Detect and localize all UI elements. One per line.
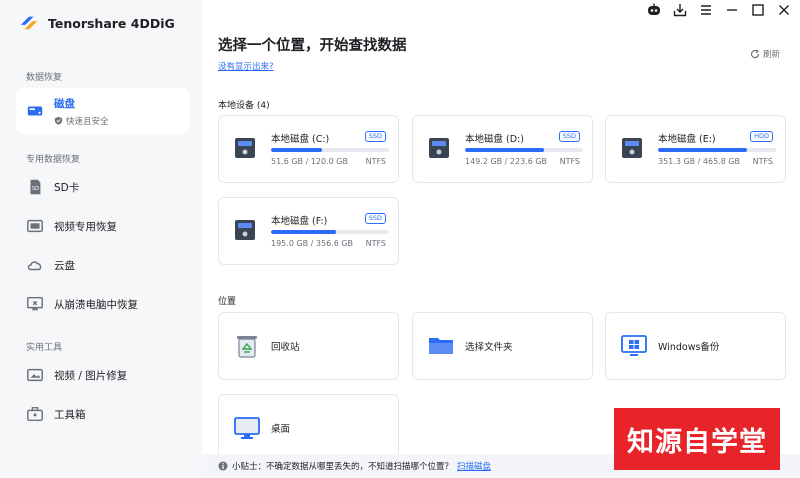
location-select-folder[interactable]: 选择文件夹 xyxy=(412,312,593,380)
drive-name: 本地磁盘 (E:) xyxy=(658,134,716,145)
sidebar-item-crashed-pc-label: 从崩溃电脑中恢复 xyxy=(54,298,138,311)
svg-text:SD: SD xyxy=(32,186,39,192)
sidebar-item-disk-label: 磁盘 xyxy=(54,97,75,110)
maximize-icon[interactable] xyxy=(750,2,766,18)
sd-card-icon: SD xyxy=(30,179,41,195)
drive-name: 本地磁盘 (D:) xyxy=(465,134,524,145)
brand: Tenorshare 4DDiG xyxy=(18,12,175,34)
drive-filesystem: NTFS xyxy=(365,157,386,166)
drive-filesystem: NTFS xyxy=(559,157,580,166)
media-repair-icon xyxy=(27,368,43,382)
scan-disk-link[interactable]: 扫描磁盘 xyxy=(457,460,491,472)
location-desktop[interactable]: 桌面 xyxy=(218,394,399,462)
sidebar-item-crashed-pc[interactable]: 从崩溃电脑中恢复 xyxy=(16,281,190,327)
sidebar-item-cloud-label: 云盘 xyxy=(54,259,75,272)
page-title: 选择一个位置，开始查找数据 xyxy=(218,38,407,54)
drive-usage-bar xyxy=(271,148,389,152)
tip-text: 小贴士：不确定数据从哪里丢失的，不知道扫描哪个位置？ xyxy=(232,462,454,472)
hard-drive-icon xyxy=(235,138,255,158)
drive-filesystem: NTFS xyxy=(752,157,773,166)
drive-usage-fill xyxy=(271,148,322,152)
drive-size: 149.2 GB / 223.6 GB xyxy=(465,157,548,166)
location-label: 桌面 xyxy=(271,424,291,435)
sidebar-item-sd-card-label: SD卡 xyxy=(54,181,80,194)
app-name: Tenorshare 4DDiG xyxy=(48,15,175,31)
drive-size: 351.3 GB / 465.8 GB xyxy=(658,157,741,166)
hard-drive-icon xyxy=(622,138,642,158)
windows-backup-icon xyxy=(621,335,647,356)
disk-icon xyxy=(27,106,43,116)
crashed-pc-icon xyxy=(27,296,43,311)
location-label: 选择文件夹 xyxy=(465,342,513,353)
drive-usage-fill xyxy=(465,148,545,152)
refresh-button[interactable]: 刷新 xyxy=(750,48,780,60)
menu-icon[interactable] xyxy=(698,2,714,18)
sidebar-item-toolbox-label: 工具箱 xyxy=(54,408,86,421)
drive-card-d[interactable]: 本地磁盘 (D:) SSD 149.2 GB / 223.6 GB NTFS xyxy=(412,115,593,183)
refresh-label: 刷新 xyxy=(762,50,780,60)
location-windows-backup[interactable]: Windows备份 xyxy=(605,312,786,380)
drive-card-c[interactable]: 本地磁盘 (C:) SSD 51.6 GB / 120.0 GB NTFS xyxy=(218,115,399,183)
hard-drive-icon xyxy=(235,220,255,240)
app-logo-icon xyxy=(20,16,38,30)
missing-drives-link[interactable]: 没有显示出来? xyxy=(218,60,274,72)
close-icon[interactable] xyxy=(776,2,792,18)
drive-name: 本地磁盘 (C:) xyxy=(271,134,330,145)
local-devices-label: 本地设备 (4) xyxy=(218,101,270,111)
location-label: Windows备份 xyxy=(658,342,720,353)
drive-usage-bar xyxy=(658,148,776,152)
cloud-icon xyxy=(27,261,42,271)
drive-usage-bar xyxy=(271,230,389,234)
drive-filesystem: NTFS xyxy=(365,239,386,248)
drive-usage-fill xyxy=(658,148,747,152)
drive-card-e[interactable]: 本地磁盘 (E:) HDD 351.3 GB / 465.8 GB NTFS xyxy=(605,115,786,183)
robot-icon[interactable] xyxy=(646,2,662,18)
locations-label: 位置 xyxy=(218,297,237,307)
sidebar-item-video-recovery-label: 视频专用恢复 xyxy=(54,220,117,233)
title-bar-controls xyxy=(646,2,792,18)
toolbox-icon xyxy=(27,407,43,422)
video-recovery-icon xyxy=(27,219,43,233)
main-panel: 选择一个位置，开始查找数据 没有显示出来? 刷新 本地设备 (4) 本地磁盘 (… xyxy=(202,0,800,478)
drive-type-badge: SSD xyxy=(558,131,580,142)
drive-type-badge: HDD xyxy=(750,131,773,142)
location-label: 回收站 xyxy=(271,342,300,353)
sidebar-item-toolbox[interactable]: 工具箱 xyxy=(16,391,190,437)
location-recycle-bin[interactable]: 回收站 xyxy=(218,312,399,380)
folder-icon xyxy=(429,338,453,354)
drive-size: 195.0 GB / 356.6 GB xyxy=(271,239,354,248)
sidebar-item-media-repair-label: 视频 / 图片修复 xyxy=(54,369,128,382)
hard-drive-icon xyxy=(429,138,449,158)
desktop-icon xyxy=(234,417,260,439)
drive-card-f[interactable]: 本地磁盘 (F:) SSD 195.0 GB / 356.6 GB NTFS xyxy=(218,197,399,265)
info-icon xyxy=(218,461,228,471)
watermark: 知源自学堂 xyxy=(614,408,780,470)
section-label-recovery: 数据恢复 xyxy=(26,73,63,83)
drive-size: 51.6 GB / 120.0 GB xyxy=(271,157,348,166)
drive-type-badge: SSD xyxy=(364,213,386,224)
sidebar-item-disk-sublabel: 快速且安全 xyxy=(66,116,109,127)
drive-usage-bar xyxy=(465,148,583,152)
shield-icon xyxy=(54,116,63,125)
drive-usage-fill xyxy=(271,230,336,234)
refresh-icon xyxy=(750,49,760,59)
sidebar-item-disk[interactable]: 磁盘 快速且安全 xyxy=(16,88,190,134)
minimize-icon[interactable] xyxy=(724,2,740,18)
recycle-bin-icon xyxy=(237,336,257,358)
sidebar: Tenorshare 4DDiG 数据恢复 磁盘 快速且安全 专用数据恢复 SD… xyxy=(0,0,202,478)
sidebar-item-disk-sub: 快速且安全 xyxy=(54,115,109,127)
download-icon[interactable] xyxy=(672,2,688,18)
drive-type-badge: SSD xyxy=(364,131,386,142)
drive-name: 本地磁盘 (F:) xyxy=(271,216,328,227)
